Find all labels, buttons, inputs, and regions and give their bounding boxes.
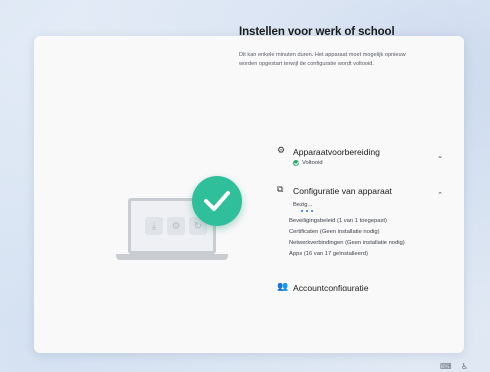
progress-dots [301,210,455,212]
step-title: Apparaatvoorbereiding [293,146,380,157]
download-icon: ⤓ [145,217,163,235]
checkmark-icon [192,176,242,226]
page-description: Dit kan enkele minuten duren. Het appara… [239,52,406,67]
settings-tile-icon: ⚙ [167,217,185,235]
list-item: Certificaten (Geen installatie nodig) [289,229,380,235]
laptop-illustration: ⤓ ⚙ ↻ [94,140,254,270]
device-config-icon: ⧉ [277,185,284,195]
step-configuratie-van-apparaat[interactable]: ⧉ Configuratie van apparaat ⌃ Bezig... B… [277,185,455,260]
accessibility-icon[interactable]: ♿ [461,362,468,371]
laptop-base [116,254,228,260]
chevron-up-icon[interactable]: ⌃ [437,191,443,199]
step-status: Bezig... [293,202,313,208]
keyboard-icon[interactable]: ⌨ [440,362,452,371]
people-icon: 👥 [277,282,289,291]
page-title: Instellen voor werk of school [239,26,395,38]
list-item: Apps (16 van 17 geïnstalleerd) [289,251,368,257]
list-item: Netwerkverbindingen (Geen installatie no… [289,240,405,246]
setup-content: Instellen voor werk of school Dit kan en… [239,26,419,69]
completed-icon [293,160,299,166]
step-title: Configuratie van apparaat [293,185,392,196]
step-accountconfiguratie[interactable]: 👥 Accountconfiguratie [277,282,455,291]
step-title: Accountconfiguratie [293,282,369,292]
step-apparaatvoorbereiding[interactable]: ⚙ Apparaatvoorbereiding ⌄ Voltooid [277,146,455,166]
chevron-down-icon[interactable]: ⌄ [437,152,443,160]
sub-items-list: Beveiligingsbeleid (1 van 1 toegepast) C… [289,216,455,260]
gear-icon: ⚙ [277,146,286,156]
list-item: Beveiligingsbeleid (1 van 1 toegepast) [289,218,387,224]
step-status: Voltooid [302,160,323,166]
